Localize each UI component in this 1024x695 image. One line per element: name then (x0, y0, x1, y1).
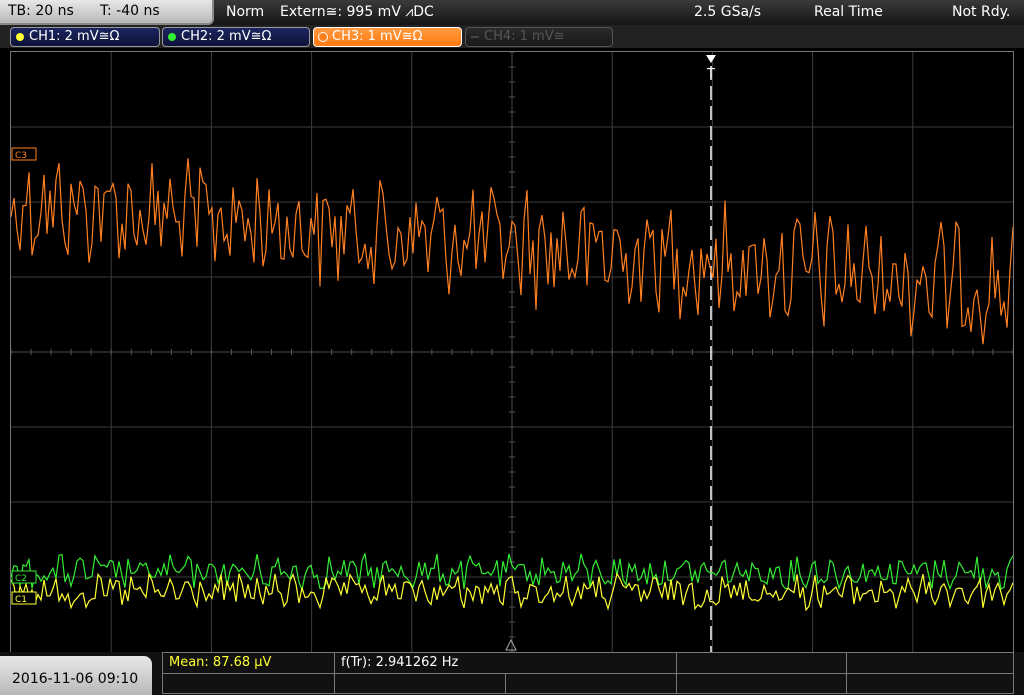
date-time-label: 2016-11-06 09:10 (12, 671, 139, 687)
timebase-box[interactable]: TB: 20 ns T: -40 ns (0, 0, 214, 25)
graticule (10, 51, 1014, 653)
waveform-display[interactable]: T C3 C2 C1 (10, 51, 1014, 653)
channel-1-label: CH1: 2 mV≅Ω (29, 29, 120, 44)
trigger-arrow-icon[interactable] (706, 55, 716, 63)
trigger-mode-label[interactable]: Norm (226, 4, 264, 20)
measurement-divider (334, 653, 335, 673)
measurement-divider (846, 653, 847, 673)
acquisition-mode-label: Real Time (814, 4, 883, 20)
channel-4-dash-icon (471, 36, 479, 38)
channel-3-dot-icon (318, 32, 328, 42)
channel-3-button[interactable]: CH3: 1 mV≅Ω (313, 27, 462, 47)
channel-1-offset-marker[interactable]: C1 (11, 591, 37, 605)
channel-4-label: CH4: 1 mV≅ (484, 29, 565, 44)
top-status-bar: TB: 20 ns T: -40 ns Norm Extern≅: 995 mV… (0, 0, 1024, 25)
channel-4-button[interactable]: CH4: 1 mV≅ (465, 27, 613, 47)
channel-2-button[interactable]: CH2: 2 mV≅Ω (162, 27, 310, 47)
trigger-source-label[interactable]: Extern≅: 995 mV ⩘DC (280, 4, 434, 20)
sample-rate-label: 2.5 GSa/s (694, 4, 762, 20)
trigger-marker-label: T (706, 67, 715, 82)
measurement-divider (334, 673, 335, 693)
channel-2-marker-label: C2 (15, 574, 27, 584)
trigger-offset-label: T: -40 ns (100, 3, 160, 19)
channel-3-label: CH3: 1 mV≅Ω (332, 29, 423, 44)
channel-2-label: CH2: 2 mV≅Ω (181, 29, 272, 44)
channel-1-dot-icon (16, 33, 24, 41)
waveform-canvas: T C3 C2 C1 (10, 51, 1014, 653)
date-time-box: 2016-11-06 09:10 (0, 656, 152, 695)
status-label: Not Rdy. (952, 4, 1011, 20)
channel-2-dot-icon (168, 33, 176, 41)
measurement-divider (676, 653, 677, 673)
mean-measurement[interactable]: Mean: 87.68 µV (169, 655, 271, 670)
frequency-measurement[interactable]: f(Tr): 2.941262 Hz (341, 655, 458, 670)
channel-3-marker-label: C3 (15, 151, 27, 161)
channel-2-offset-marker[interactable]: C2 (11, 570, 37, 584)
channel-3-offset-marker[interactable]: C3 (11, 147, 37, 161)
channel-1-marker-label: C1 (15, 595, 27, 605)
measurement-divider (846, 673, 847, 693)
horizontal-center-icon (505, 638, 517, 651)
measurement-panel: Mean: 87.68 µV f(Tr): 2.941262 Hz (162, 652, 1024, 695)
measurement-row-1: Mean: 87.68 µV f(Tr): 2.941262 Hz (162, 652, 1014, 674)
measurement-row-2 (162, 673, 1014, 694)
channel-1-button[interactable]: CH1: 2 mV≅Ω (10, 27, 160, 47)
channel-bar: CH1: 2 mV≅Ω CH2: 2 mV≅Ω CH3: 1 mV≅Ω CH4:… (0, 25, 1024, 48)
measurement-divider (505, 673, 506, 693)
measurement-divider (676, 673, 677, 693)
timebase-label: TB: 20 ns (8, 3, 74, 19)
